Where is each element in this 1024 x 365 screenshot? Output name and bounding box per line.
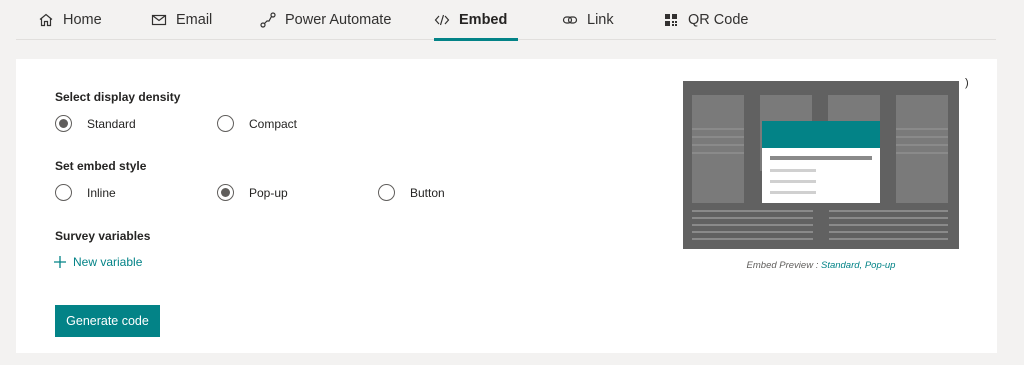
qr-code-icon: [663, 12, 679, 28]
radio-label: Compact: [249, 116, 298, 131]
radio-compact[interactable]: Compact: [217, 115, 297, 132]
link-icon: [562, 12, 578, 28]
embed-style-heading: Set embed style: [55, 159, 147, 173]
caption-value: Standard, Pop-up: [820, 260, 896, 271]
new-variable-button[interactable]: New variable: [53, 255, 142, 269]
embed-preview-caption: Embed Preview : Standard, Pop-up: [683, 260, 959, 271]
tab-bar: Home Email Power Automate Embed Link QR …: [16, 0, 996, 41]
radio-label: Standard: [87, 116, 136, 131]
tab-power-automate[interactable]: Power Automate: [260, 0, 391, 40]
email-icon: [151, 12, 167, 28]
tab-label: Embed: [459, 12, 508, 28]
radio-circle[interactable]: [55, 115, 72, 132]
tab-label: Power Automate: [285, 12, 392, 28]
tab-home[interactable]: Home: [38, 0, 102, 40]
embed-panel: Select display density Standard Compact …: [16, 59, 997, 353]
generate-code-button[interactable]: Generate code: [55, 305, 160, 337]
new-variable-label: New variable: [73, 255, 143, 269]
popup-mock: [762, 121, 880, 203]
radio-label: Button: [410, 185, 445, 200]
radio-inline[interactable]: Inline: [55, 184, 116, 201]
home-icon: [38, 12, 54, 28]
embed-icon: [434, 12, 450, 28]
embed-preview-image: [683, 81, 959, 249]
tab-label: QR Code: [688, 12, 749, 28]
tab-qr-code[interactable]: QR Code: [663, 0, 748, 40]
tab-label: Home: [63, 12, 102, 28]
density-heading: Select display density: [55, 90, 181, 104]
plus-icon: [53, 255, 67, 269]
survey-variables-heading: Survey variables: [55, 229, 151, 243]
caption-prefix: Embed Preview :: [746, 260, 821, 271]
tab-label: Email: [176, 12, 213, 28]
radio-label: Inline: [87, 185, 116, 200]
radio-popup[interactable]: Pop-up: [217, 184, 288, 201]
flow-icon: [260, 12, 276, 28]
preview-paren: ): [965, 77, 969, 89]
radio-button[interactable]: Button: [378, 184, 445, 201]
preview-illustration: [683, 81, 959, 249]
tab-embed[interactable]: Embed: [434, 0, 518, 41]
tab-link[interactable]: Link: [562, 0, 614, 40]
radio-circle[interactable]: [217, 184, 234, 201]
radio-circle[interactable]: [55, 184, 72, 201]
radio-circle[interactable]: [378, 184, 395, 201]
tab-email[interactable]: Email: [151, 0, 212, 40]
tab-label: Link: [587, 12, 614, 28]
radio-standard[interactable]: Standard: [55, 115, 136, 132]
radio-circle[interactable]: [217, 115, 234, 132]
radio-label: Pop-up: [249, 185, 288, 200]
